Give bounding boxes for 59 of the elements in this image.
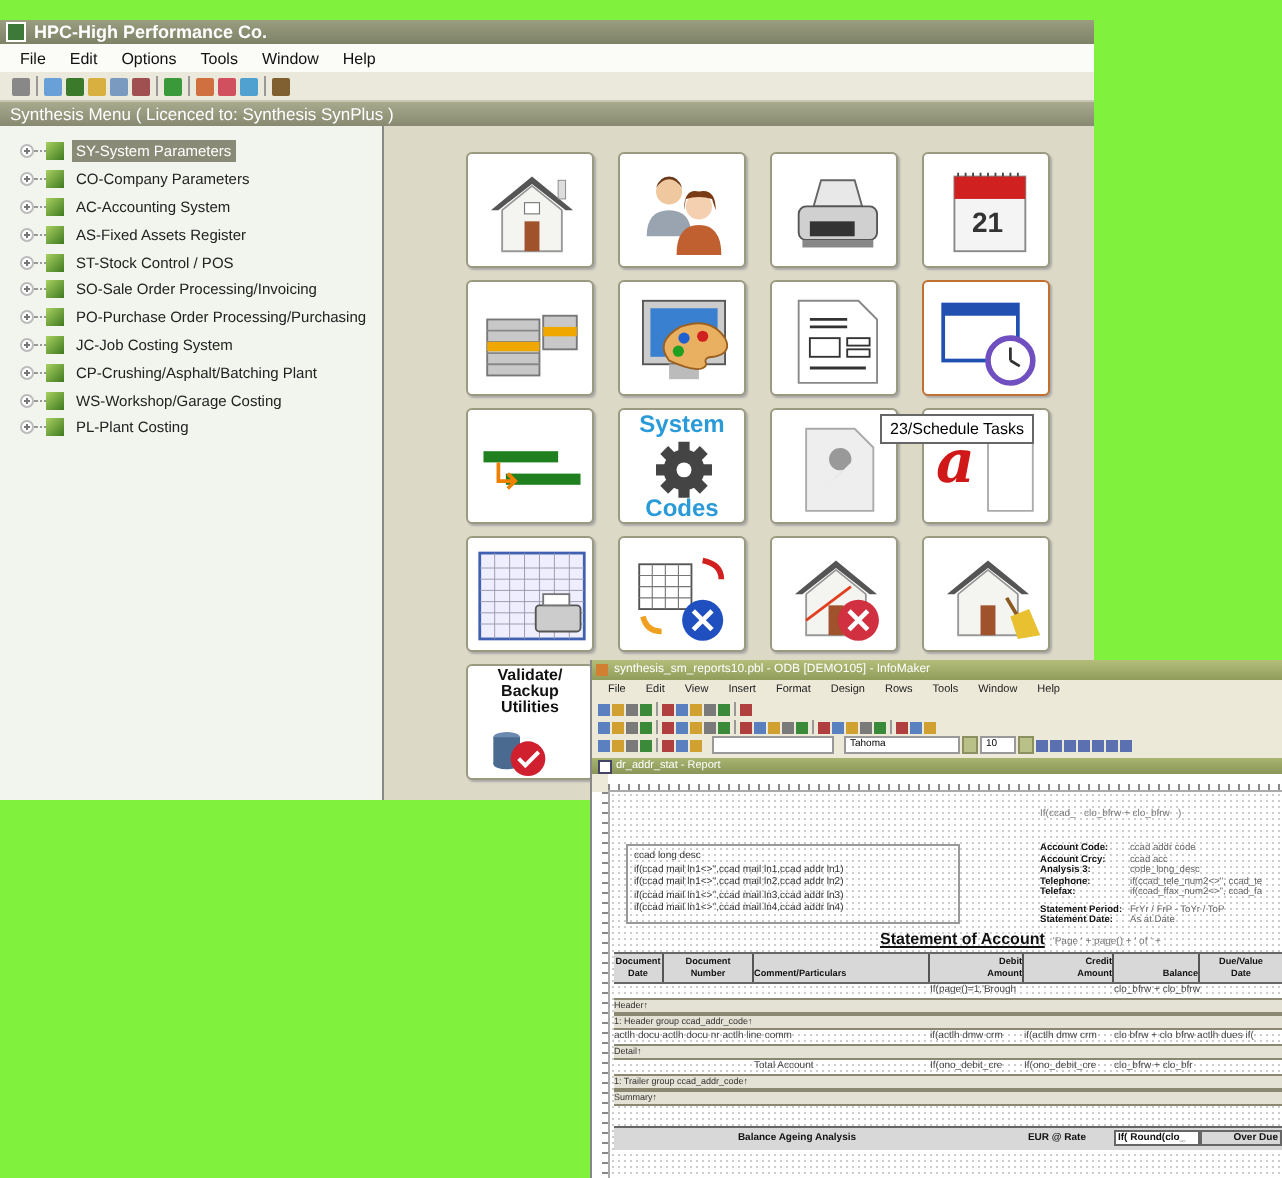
- monitor-palette-icon: [642, 299, 729, 380]
- tile-caption: 21: [972, 208, 1004, 236]
- expander-icon[interactable]: [20, 199, 34, 214]
- expander-icon[interactable]: [20, 393, 34, 408]
- menu-item[interactable]: Help: [330, 49, 388, 67]
- menu-tile-button[interactable]: [618, 152, 746, 268]
- app-icon: [596, 664, 608, 676]
- spreadsheet-printer-icon: [478, 551, 586, 641]
- expander-icon[interactable]: [20, 420, 34, 435]
- menu-tile-button[interactable]: [466, 408, 594, 524]
- grid-tools-icon: [638, 557, 725, 641]
- tile-caption: Backup: [499, 684, 561, 700]
- printer-icon: [797, 179, 878, 248]
- menu-item[interactable]: File: [8, 49, 58, 67]
- database-check-icon: [493, 732, 546, 776]
- tooltip: 23/Schedule Tasks: [880, 414, 1035, 444]
- expander-icon[interactable]: [20, 282, 34, 297]
- expander-icon[interactable]: [20, 365, 34, 380]
- expander-icon[interactable]: [20, 255, 34, 270]
- expander-icon[interactable]: [20, 310, 34, 325]
- menu-tile-button[interactable]: [466, 152, 594, 268]
- people-icon: [646, 176, 722, 255]
- tile-caption: Codes: [643, 496, 721, 520]
- expander-icon[interactable]: [20, 144, 34, 159]
- expander-icon[interactable]: [20, 172, 34, 187]
- menu-item[interactable]: Window: [249, 49, 331, 67]
- menu-tile-button[interactable]: [922, 280, 1050, 396]
- calendar-icon: [953, 171, 1027, 253]
- report-icon: [598, 759, 612, 773]
- house-icon: [490, 176, 574, 253]
- menu-tile-button[interactable]: [466, 536, 594, 652]
- tile-caption: Utilities: [499, 700, 561, 716]
- stacked-rows-icon: [486, 314, 578, 377]
- bars-arrow-icon: [483, 451, 581, 491]
- menu-tile-button[interactable]: [770, 536, 898, 652]
- tile-caption: System: [637, 412, 727, 436]
- menu-tile-button[interactable]: 21: [922, 152, 1050, 268]
- menu-item[interactable]: Tools: [188, 49, 250, 67]
- expander-icon[interactable]: [20, 227, 34, 242]
- expander-icon[interactable]: [20, 337, 34, 352]
- menu-item[interactable]: Options: [109, 49, 189, 67]
- menu-tile-button[interactable]: [618, 536, 746, 652]
- menu-tile-button[interactable]: [770, 152, 898, 268]
- house-broom-icon: [946, 560, 1041, 639]
- text-field[interactable]: [712, 736, 834, 754]
- menu-tile-button[interactable]: [618, 280, 746, 396]
- menu-tile-button[interactable]: [770, 280, 898, 396]
- menu-tile-button[interactable]: [922, 536, 1050, 652]
- report-heading: Statement of Account: [880, 929, 1045, 947]
- tile-caption: Validate/: [495, 668, 565, 684]
- menu-tile-button[interactable]: [466, 280, 594, 396]
- gear-icon: [656, 441, 712, 498]
- document-icon: [797, 299, 878, 384]
- house-delete-icon: [794, 560, 879, 641]
- window-clock-icon: [941, 302, 1036, 386]
- menu-item[interactable]: Edit: [57, 49, 110, 67]
- window-title: HPC-High Performance Co.: [34, 22, 268, 42]
- menu-tile-button[interactable]: Validate/ Backup Utilities: [466, 664, 594, 780]
- panel-title: Synthesis Menu ( Licenced to: Synthesis SynPlus ): [0, 102, 1094, 126]
